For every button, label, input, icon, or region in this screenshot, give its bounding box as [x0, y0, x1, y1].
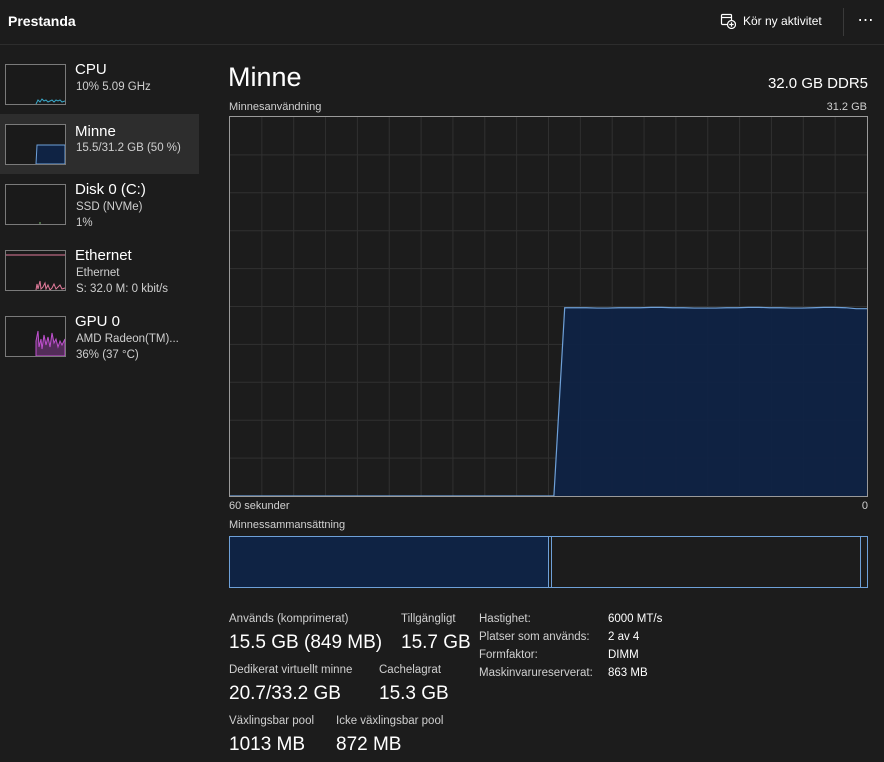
memory-composition-label: Minnessammansättning: [229, 519, 346, 531]
committed-value: 20.7/33.2 GB: [229, 683, 341, 704]
sidebar-item-disk-type: SSD (NVMe): [76, 201, 143, 213]
gpu-thumbnail-graph: [5, 316, 66, 357]
more-icon[interactable]: ⋯: [852, 6, 880, 34]
title-bar: Prestanda Kör ny aktivitet ⋯: [0, 0, 884, 45]
new-task-icon: [720, 13, 736, 29]
graph-time-end: 0: [861, 500, 868, 512]
nonpaged-pool-label: Icke växlingsbar pool: [336, 715, 444, 727]
composition-free: [863, 537, 867, 587]
sidebar-item-cpu-detail: 10% 5.09 GHz: [76, 81, 151, 93]
sidebar-item-disk-name: Disk 0 (C:): [75, 181, 146, 198]
sidebar-item-gpu-name: GPU 0: [75, 313, 121, 330]
sidebar-item-gpu-usage: 36% (37 °C): [76, 349, 139, 361]
graph-time-start: 60 sekunder: [229, 500, 290, 512]
speed-key: Hastighet:: [479, 613, 531, 625]
cached-label: Cachelagrat: [379, 664, 442, 676]
sidebar-item-disk[interactable]: Disk 0 (C:) SSD (NVMe) 1%: [0, 177, 199, 237]
run-new-task-button[interactable]: Kör ny aktivitet: [720, 8, 822, 34]
resource-spec: 32.0 GB DDR5: [767, 75, 868, 92]
cpu-thumbnail-graph: [5, 64, 66, 105]
available-label: Tillgängligt: [401, 613, 456, 625]
sidebar-item-memory-name: Minne: [75, 123, 116, 140]
memory-usage-max: 31.2 GB: [826, 101, 867, 113]
sidebar-item-ethernet-adapter: Ethernet: [76, 267, 120, 279]
sidebar-item-disk-usage: 1%: [76, 217, 93, 229]
sidebar-item-gpu-model: AMD Radeon(TM)...: [76, 333, 179, 345]
speed-value: 6000 MT/s: [608, 613, 663, 625]
in-use-value: 15.5 GB (849 MB): [229, 632, 383, 653]
paged-pool-label: Växlingsbar pool: [229, 715, 315, 727]
available-value: 15.7 GB: [401, 632, 471, 653]
composition-standby: [551, 537, 861, 587]
sidebar-item-memory-detail: 15.5/31.2 GB (50 %): [76, 142, 181, 154]
memory-usage-label: Minnesanvändning: [229, 101, 322, 113]
sidebar-item-ethernet-throughput: S: 32.0 M: 0 kbit/s: [76, 283, 169, 295]
run-new-task-label: Kör ny aktivitet: [743, 14, 822, 28]
form-factor-value: DIMM: [608, 649, 639, 661]
sidebar-item-ethernet-name: Ethernet: [75, 247, 132, 264]
slots-used-key: Platser som används:: [479, 631, 590, 643]
sidebar-item-gpu[interactable]: GPU 0 AMD Radeon(TM)... 36% (37 °C): [0, 309, 199, 369]
memory-thumbnail-graph: [5, 124, 66, 165]
slots-used-value: 2 av 4: [608, 631, 640, 643]
sidebar-item-cpu-name: CPU: [75, 61, 107, 78]
sidebar: CPU 10% 5.09 GHz Minne 15.5/31.2 GB (50 …: [0, 45, 200, 762]
hardware-reserved-value: 863 MB: [608, 667, 648, 679]
memory-usage-graph: [229, 116, 868, 497]
hardware-reserved-key: Maskinvarureserverat:: [479, 667, 593, 679]
sidebar-item-cpu[interactable]: CPU 10% 5.09 GHz: [0, 57, 199, 117]
page-title: Prestanda: [8, 13, 76, 29]
memory-panel: Minne 32.0 GB DDR5 Minnesanvändning 31.2…: [200, 45, 884, 762]
composition-in-use: [230, 537, 549, 587]
ethernet-thumbnail-graph: [5, 250, 66, 291]
cached-value: 15.3 GB: [379, 683, 449, 704]
sidebar-item-memory[interactable]: Minne 15.5/31.2 GB (50 %): [0, 114, 199, 174]
resource-title: Minne: [228, 62, 302, 92]
memory-composition-bar: [229, 536, 868, 588]
form-factor-key: Formfaktor:: [479, 649, 538, 661]
toolbar-divider: [843, 8, 844, 36]
nonpaged-pool-value: 872 MB: [336, 734, 402, 755]
disk-thumbnail-graph: [5, 184, 66, 225]
paged-pool-value: 1013 MB: [229, 734, 306, 755]
committed-label: Dedikerat virtuellt minne: [229, 664, 353, 676]
sidebar-item-ethernet[interactable]: Ethernet Ethernet S: 32.0 M: 0 kbit/s: [0, 243, 199, 303]
in-use-label: Används (komprimerat): [229, 613, 349, 625]
